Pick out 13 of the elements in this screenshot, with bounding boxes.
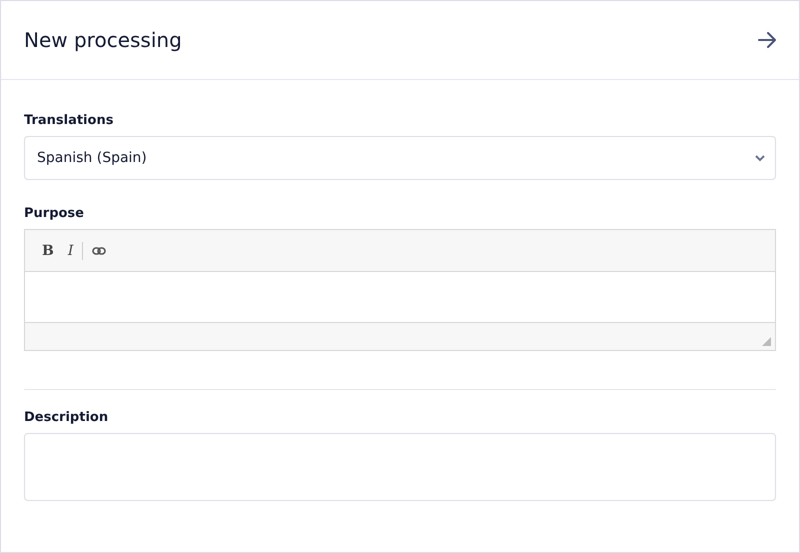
- field-label: Purpose: [24, 206, 85, 221]
- resize-handle-icon[interactable]: [762, 337, 771, 346]
- link-icon: [92, 246, 106, 254]
- field-label: Description: [24, 410, 110, 425]
- rich-text-editor[interactable]: B I: [24, 229, 776, 351]
- chevron-down-icon: [755, 154, 765, 162]
- arrow-right-icon[interactable]: [758, 32, 776, 48]
- panel-title: New processing: [24, 28, 182, 52]
- description-field[interactable]: [24, 433, 776, 501]
- bold-button[interactable]: B: [37, 240, 59, 262]
- italic-button[interactable]: I: [62, 240, 78, 262]
- field-label: Translations: [24, 113, 114, 128]
- language-select[interactable]: Spanish (Spain): [24, 136, 776, 180]
